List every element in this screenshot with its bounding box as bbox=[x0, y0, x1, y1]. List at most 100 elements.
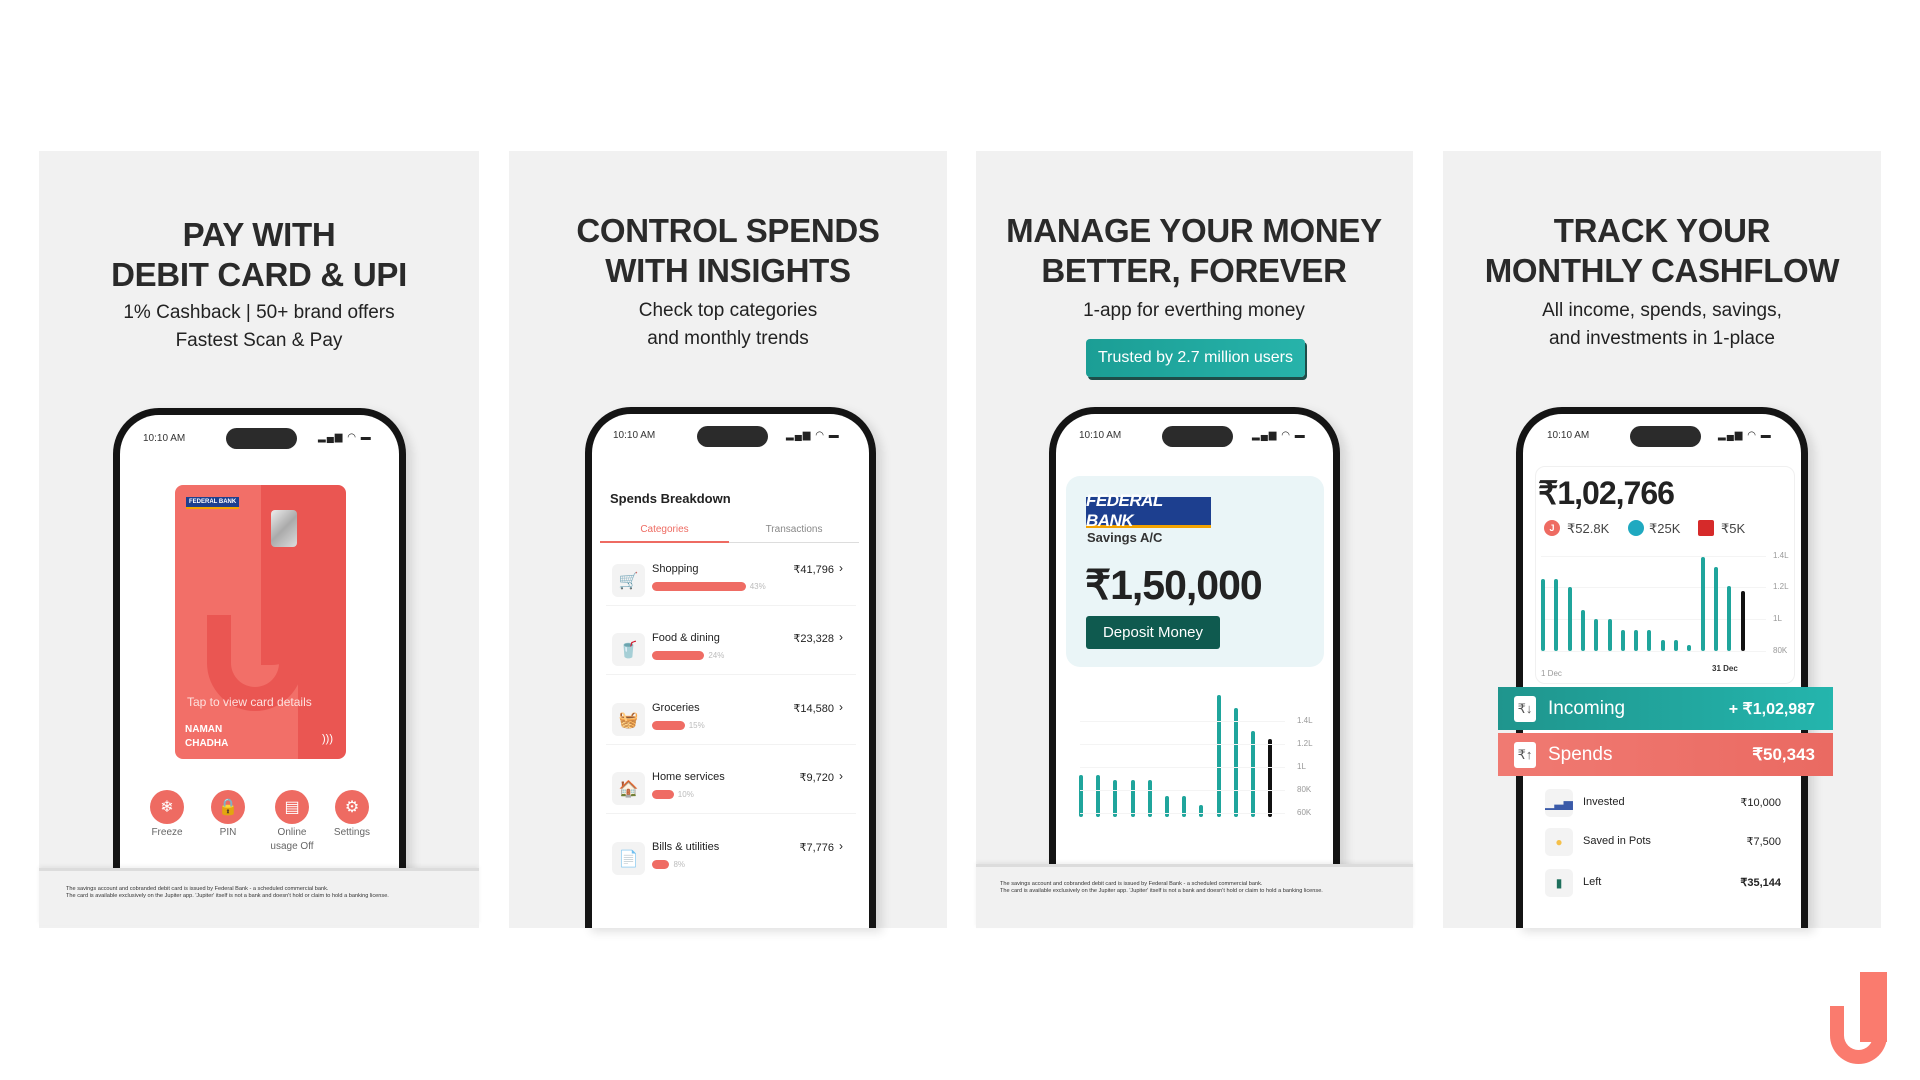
category-percent: 15% bbox=[688, 721, 705, 730]
chart-bar bbox=[1674, 639, 1678, 651]
rupee-in-icon: ₹↓ bbox=[1514, 695, 1536, 722]
y-tick-label: 1L bbox=[1297, 762, 1306, 772]
lock-icon: 🔒 bbox=[218, 799, 238, 816]
tab-transactions[interactable]: Transactions bbox=[729, 524, 859, 535]
disclaimer: The savings account and cobranded debit … bbox=[66, 886, 389, 899]
spends-amount: ₹50,343 bbox=[1752, 744, 1815, 764]
chart-bar bbox=[1079, 775, 1083, 817]
y-tick-label: 1.4L bbox=[1773, 550, 1789, 560]
action-label: PIN bbox=[219, 827, 237, 838]
category-bar bbox=[652, 860, 670, 869]
category-bar bbox=[652, 790, 674, 799]
category-icon: 🧺 bbox=[612, 703, 645, 736]
spends-label: Spends bbox=[1548, 743, 1613, 765]
panel3-title: MANAGE YOUR MONEY BETTER, FOREVER bbox=[1006, 212, 1382, 289]
federal-bank-logo: FEDERAL BANK bbox=[1086, 491, 1211, 530]
status-time: 10:10 AM bbox=[143, 433, 186, 444]
chart-bar bbox=[1567, 587, 1572, 651]
y-tick-label: 60K bbox=[1297, 808, 1312, 818]
panel4-title: TRACK YOUR MONTHLY CASHFLOW bbox=[1484, 212, 1840, 289]
account-balance: ₹1,50,000 bbox=[1085, 562, 1263, 608]
deposit-money-button[interactable]: Deposit Money bbox=[1086, 616, 1220, 649]
cashflow-amount: ₹35,144 bbox=[1740, 877, 1781, 889]
chart-bar bbox=[1687, 644, 1692, 651]
incoming-amount: + ₹1,02,987 bbox=[1728, 700, 1815, 718]
chart-bar bbox=[1740, 590, 1745, 651]
category-amount: ₹9,720 bbox=[799, 772, 834, 784]
dynamic-island bbox=[1630, 426, 1701, 447]
dynamic-island bbox=[697, 426, 768, 447]
freeze-button[interactable]: ❄ bbox=[150, 790, 184, 824]
disclaimer-footer bbox=[976, 864, 1413, 928]
account-value: ₹25K bbox=[1649, 521, 1681, 536]
debit-card[interactable] bbox=[175, 485, 346, 759]
chart-bar bbox=[1594, 619, 1599, 651]
chart-bar bbox=[1700, 557, 1705, 651]
category-icon: 🥤 bbox=[612, 633, 645, 666]
account-value: ₹52.8K bbox=[1567, 521, 1610, 536]
disclaimer: The savings account and cobranded debit … bbox=[1000, 881, 1323, 894]
category-label: Groceries bbox=[652, 702, 700, 714]
category-amount: ₹41,796 bbox=[793, 564, 834, 576]
x-start-label: 1 Dec bbox=[1541, 669, 1562, 678]
settings-button[interactable]: ⚙ bbox=[335, 790, 369, 824]
pin-button[interactable]: 🔒 bbox=[211, 790, 245, 824]
status-icons: ▂▄▆ ◠ ▬ bbox=[318, 432, 372, 443]
chart-bar bbox=[1216, 694, 1221, 817]
trusted-badge: Trusted by 2.7 million users bbox=[1086, 339, 1305, 377]
chart-bar bbox=[1727, 585, 1732, 651]
jupiter-icon: J bbox=[1544, 520, 1560, 536]
pot-icon: ● bbox=[1545, 828, 1573, 856]
y-tick-label: 1.2L bbox=[1773, 582, 1789, 592]
chart-bar bbox=[1620, 630, 1625, 651]
cashflow-amount: ₹10,000 bbox=[1740, 797, 1781, 809]
incoming-label: Incoming bbox=[1548, 697, 1626, 719]
incoming-row[interactable]: ₹↓ Incoming + ₹1,02,987 bbox=[1498, 687, 1833, 730]
chart-bar bbox=[1147, 779, 1152, 817]
chart-bar bbox=[1634, 630, 1639, 651]
status-icons: ▂▄▆ ◠ ▬ bbox=[786, 430, 840, 441]
tap-card-text[interactable]: Tap to view card details bbox=[187, 695, 312, 709]
cashflow-label: Invested bbox=[1583, 796, 1625, 808]
panel2-subtitle: Check top categories and monthly trends bbox=[638, 300, 818, 349]
total-balance: ₹1,02,766 bbox=[1538, 475, 1675, 511]
laptop-icon: ▤ bbox=[284, 799, 300, 816]
panel1-title: PAY WITH DEBIT CARD & UPI bbox=[111, 216, 407, 293]
spends-row[interactable]: ₹↑ Spends ₹50,343 bbox=[1498, 733, 1833, 776]
panel1-subtitle: 1% Cashback | 50+ brand offers Fastest Sc… bbox=[123, 302, 395, 351]
category-percent: 43% bbox=[749, 582, 766, 591]
status-time: 10:10 AM bbox=[1547, 430, 1590, 441]
action-label: Freeze bbox=[151, 827, 183, 838]
chevron-right-icon: › bbox=[839, 700, 843, 714]
cashflow-amount: ₹7,500 bbox=[1746, 836, 1781, 848]
chart-bar bbox=[1580, 609, 1585, 651]
y-tick-label: 1L bbox=[1773, 614, 1782, 624]
chart-bar bbox=[1660, 639, 1665, 651]
category-icon: 📄 bbox=[612, 842, 645, 875]
dynamic-island bbox=[1162, 426, 1233, 447]
category-label: Shopping bbox=[652, 563, 699, 575]
account-type: Savings A/C bbox=[1087, 530, 1163, 545]
category-percent: 8% bbox=[673, 860, 685, 869]
dynamic-island bbox=[226, 428, 297, 449]
chevron-right-icon: › bbox=[839, 839, 843, 853]
status-icons: ▂▄▆ ◠ ▬ bbox=[1718, 430, 1772, 441]
chevron-right-icon: › bbox=[839, 769, 843, 783]
status-time: 10:10 AM bbox=[1079, 430, 1122, 441]
category-icon: 🛒 bbox=[612, 564, 645, 597]
tab-categories[interactable]: Categories bbox=[600, 524, 729, 535]
federal-bank-logo: FEDERAL BANK bbox=[186, 497, 240, 509]
category-amount: ₹23,328 bbox=[793, 633, 834, 645]
cardholder-name: NAMAN CHADHA bbox=[185, 724, 229, 749]
contactless-icon: ))) bbox=[322, 733, 333, 745]
chart-bar bbox=[1113, 779, 1118, 817]
category-label: Home services bbox=[652, 771, 725, 783]
category-amount: ₹14,580 bbox=[793, 703, 834, 715]
snowflake-icon: ❄ bbox=[160, 799, 174, 816]
wallet-icon: ▮ bbox=[1545, 869, 1573, 897]
chart-bar bbox=[1233, 707, 1238, 817]
panel3-subtitle: 1-app for everthing money bbox=[1083, 300, 1305, 321]
y-tick-label: 80K bbox=[1297, 785, 1312, 795]
online-button[interactable]: ▤ bbox=[275, 790, 309, 824]
gear-icon: ⚙ bbox=[344, 799, 360, 816]
